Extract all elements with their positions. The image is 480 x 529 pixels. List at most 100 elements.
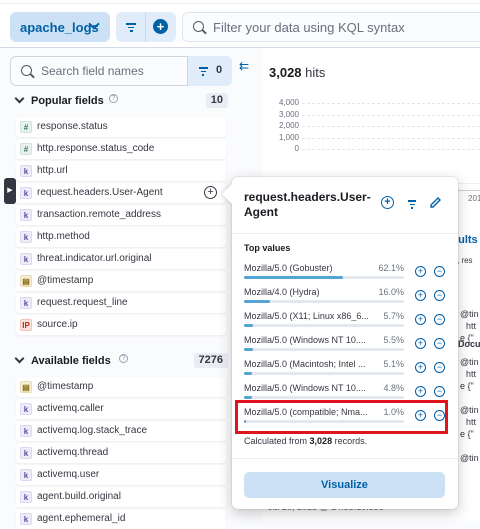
field-item[interactable]: k activemq.user <box>16 465 226 485</box>
field-search-placeholder: Search field names <box>41 64 144 78</box>
top-value-row: Mozilla/5.0 (Gobuster) 62.1% + − <box>244 263 448 285</box>
add-field-icon[interactable]: + <box>381 196 394 209</box>
chevron-down-icon <box>14 93 25 104</box>
help-icon[interactable]: ? <box>119 354 128 363</box>
filter-for-value-icon[interactable]: + <box>415 290 426 301</box>
field-name: @timestamp <box>37 275 94 286</box>
field-item[interactable]: k transaction.remote_address <box>16 205 226 225</box>
field-type-ip-icon: IP <box>20 319 32 331</box>
y-tick-label: 0 <box>294 144 299 153</box>
field-type-keyword-icon: k <box>20 253 32 265</box>
field-type-date-icon: ▤ <box>20 275 32 287</box>
field-type-keyword-icon: k <box>20 491 32 503</box>
available-fields-header[interactable]: Available fields ? 7276 <box>14 353 228 371</box>
add-filter-icon[interactable]: + <box>153 19 168 34</box>
field-filter-button[interactable]: 0 <box>188 56 232 86</box>
popover-footer-divider <box>232 458 458 459</box>
field-item[interactable]: k http.url <box>16 161 226 181</box>
field-item[interactable]: ▤ @timestamp <box>16 377 226 397</box>
field-name: response.status <box>37 121 108 132</box>
data-view-selector[interactable]: apache_logs <box>10 12 110 42</box>
filter-for-value-icon[interactable]: + <box>415 338 426 349</box>
top-value-percent: 5.7% <box>383 311 404 321</box>
top-value-bar <box>244 276 344 279</box>
field-list-sidebar: Search field names 0 Popular fields ? 10… <box>0 48 236 529</box>
field-item[interactable]: # http.response.status_code <box>16 139 226 159</box>
field-item[interactable]: k request.headers.User-Agent + <box>16 183 226 203</box>
field-search-input[interactable]: Search field names <box>10 56 188 86</box>
field-name: activemq.thread <box>37 447 109 458</box>
top-value-bar-track <box>244 372 404 375</box>
kql-search-input[interactable]: Filter your data using KQL syntax <box>182 12 480 42</box>
field-item[interactable]: k request.request_line <box>16 293 226 313</box>
field-item[interactable]: k threat.indicator.url.original <box>16 249 226 269</box>
grid-line <box>302 137 480 139</box>
x-tick-label: 201 <box>468 194 480 203</box>
field-name: @timestamp <box>37 381 94 392</box>
field-item[interactable]: ▤ @timestamp <box>16 271 226 291</box>
filter-out-value-icon[interactable]: − <box>434 338 445 349</box>
highlight-box <box>235 400 448 434</box>
search-icon <box>21 65 32 76</box>
field-name: activemq.user <box>37 469 100 480</box>
y-tick-label: 1,000 <box>278 132 299 142</box>
calc-suffix: records. <box>334 436 368 446</box>
filter-for-value-icon[interactable]: + <box>415 386 426 397</box>
kql-placeholder: Filter your data using KQL syntax <box>213 20 405 35</box>
calc-prefix: Calculated from <box>244 436 308 446</box>
field-item[interactable]: k http.method <box>16 227 226 247</box>
available-fields-count: 7276 <box>193 353 228 368</box>
y-tick-label: 2,000 <box>278 121 299 130</box>
field-item[interactable]: IP source.ip <box>16 315 226 335</box>
visualize-button[interactable]: Visualize <box>244 472 445 498</box>
top-value-name: Mozilla/5.0 (Macintosh; Intel ... <box>244 359 366 369</box>
collapse-sidebar-icon[interactable]: ⇇ <box>239 59 249 73</box>
top-value-bar <box>244 396 252 399</box>
field-type-keyword-icon: k <box>20 231 32 243</box>
filter-out-value-icon[interactable]: − <box>434 266 445 277</box>
field-item[interactable]: # response.status <box>16 117 226 137</box>
field-item[interactable]: k activemq.thread <box>16 443 226 463</box>
help-icon[interactable]: ? <box>109 94 118 103</box>
data-view-name: apache_logs <box>20 19 99 35</box>
top-value-bar-track <box>244 348 404 351</box>
top-value-bar-track <box>244 396 404 399</box>
field-type-keyword-icon: k <box>20 187 32 199</box>
top-values-heading: Top values <box>244 243 291 253</box>
calculation-note: Calculated from 3,028 records. <box>244 436 367 446</box>
edit-pencil-icon[interactable] <box>429 194 441 208</box>
document-row-line: htt <box>466 321 477 331</box>
filter-out-value-icon[interactable]: − <box>434 314 445 325</box>
grid-line <box>302 114 480 116</box>
field-type-date-icon: ▤ <box>20 381 32 393</box>
filter-for-value-icon[interactable]: + <box>415 314 426 325</box>
filter-icon[interactable] <box>408 200 416 211</box>
top-value-bar-track <box>244 324 404 327</box>
field-item[interactable]: k activemq.log.stack_trace <box>16 421 226 441</box>
field-name: threat.indicator.url.original <box>37 253 152 264</box>
field-item[interactable]: k agent.build.original <box>16 487 226 507</box>
popular-fields-header[interactable]: Popular fields ? 10 <box>14 93 228 111</box>
filter-for-value-icon[interactable]: + <box>415 266 426 277</box>
top-value-bar <box>244 300 270 303</box>
resize-handle[interactable]: ▶ <box>4 178 16 204</box>
top-value-percent: 16.0% <box>378 287 404 297</box>
field-item[interactable]: k agent.ephemeral_id <box>16 509 226 529</box>
field-name: source.ip <box>37 319 78 330</box>
filter-options-icon[interactable] <box>126 23 136 32</box>
document-row-line: @tin <box>460 405 479 415</box>
document-row-line: @tin <box>460 357 479 367</box>
filter-out-value-icon[interactable]: − <box>434 386 445 397</box>
filter-out-value-icon[interactable]: − <box>434 290 445 301</box>
add-field-icon[interactable]: + <box>204 186 217 199</box>
filter-for-value-icon[interactable]: + <box>415 362 426 373</box>
top-value-percent: 62.1% <box>378 263 404 273</box>
top-value-name: Mozilla/4.0 (Hydra) <box>244 287 320 297</box>
field-item[interactable]: k activemq.caller <box>16 399 226 419</box>
query-buttons: + <box>116 12 176 42</box>
field-name: request.request_line <box>37 297 128 308</box>
header-strip <box>0 0 480 4</box>
calc-count: 3,028 <box>309 436 333 446</box>
filter-out-value-icon[interactable]: − <box>434 362 445 373</box>
available-fields-title: Available fields <box>31 355 111 367</box>
